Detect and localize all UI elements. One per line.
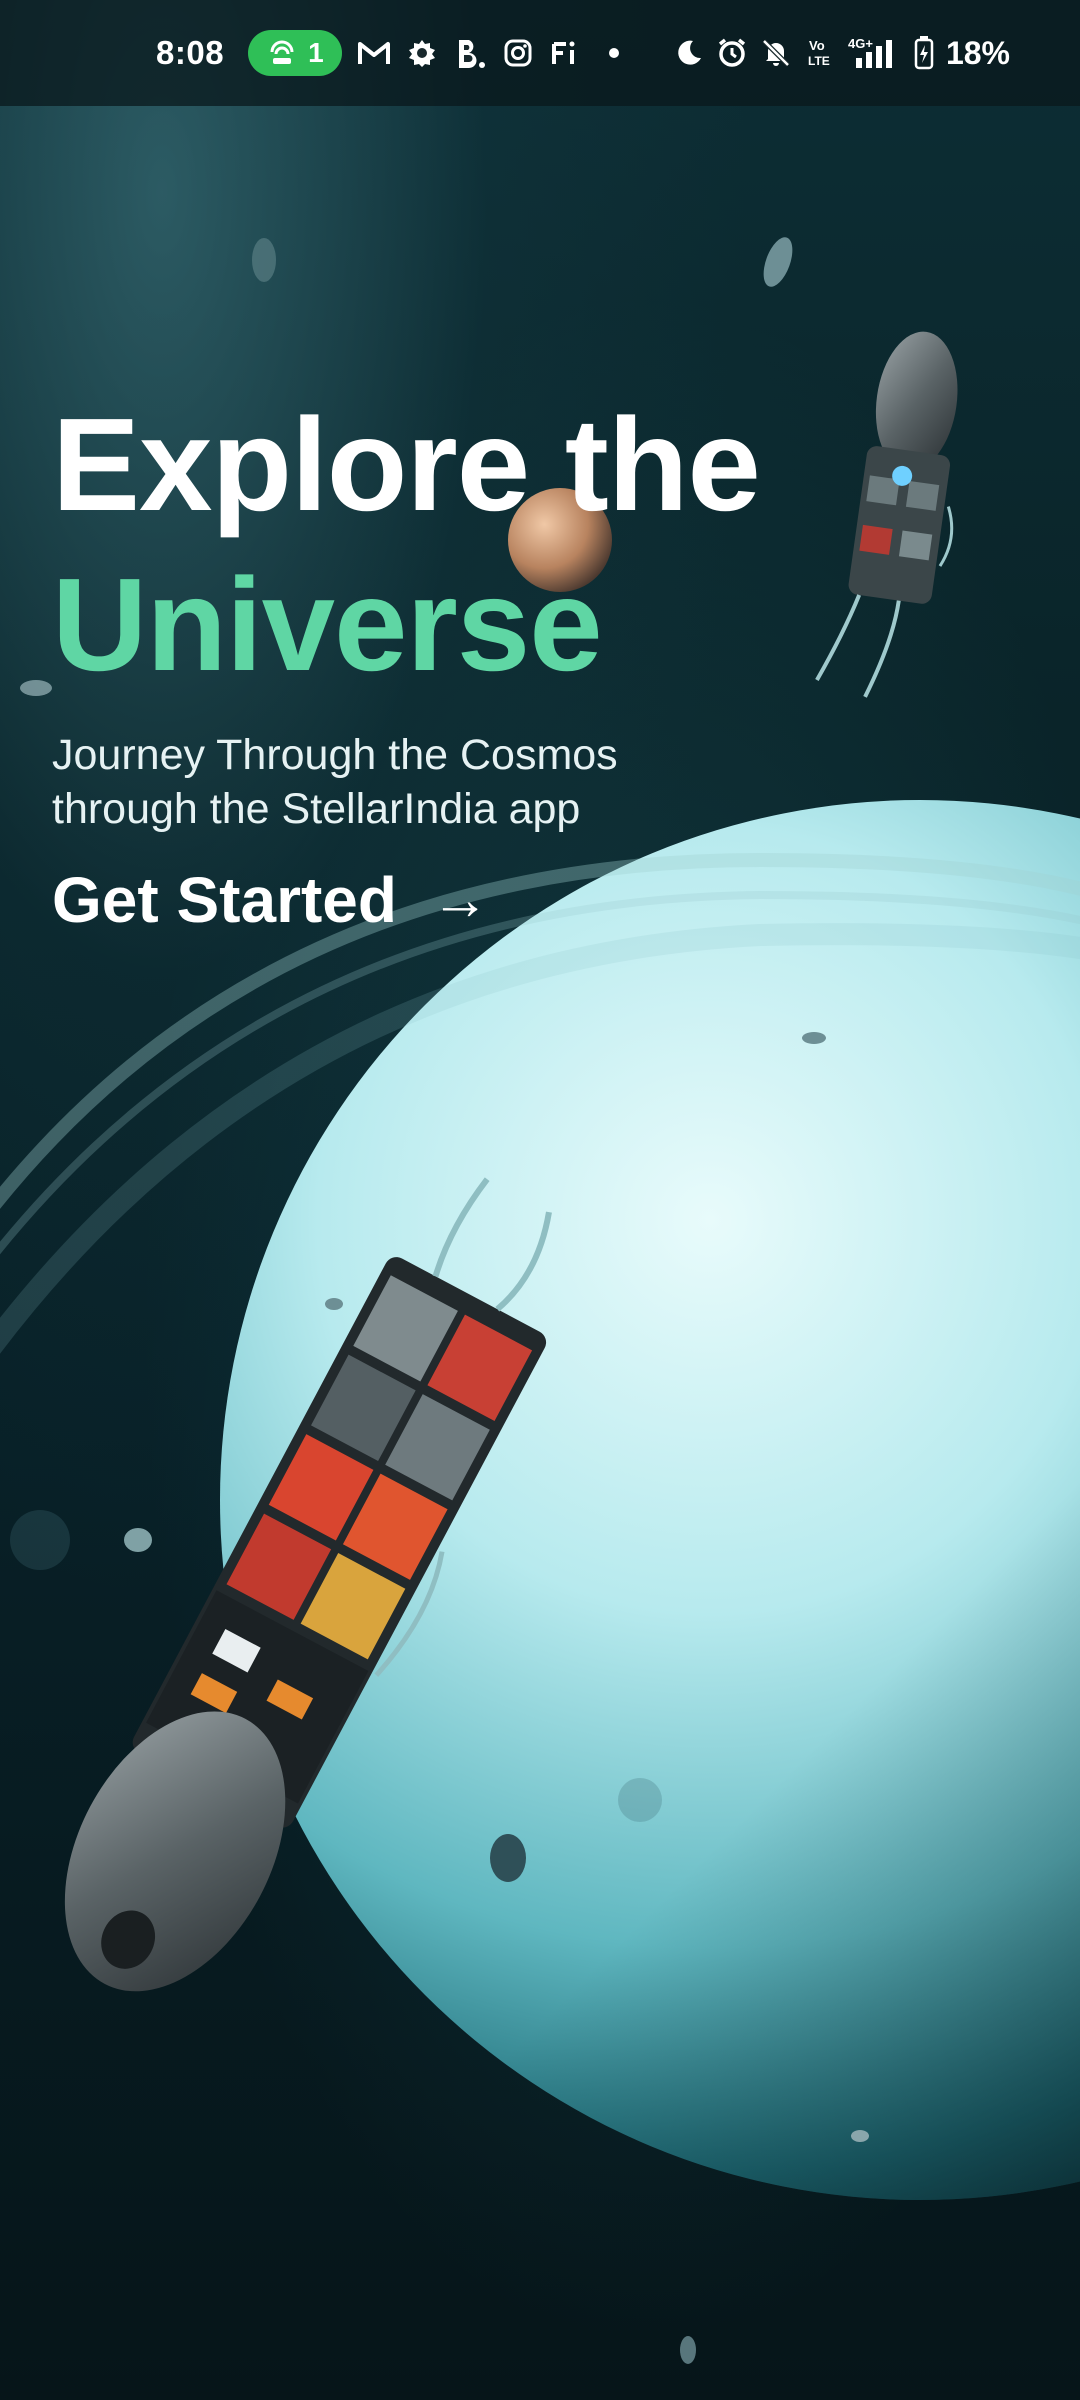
status-bar-right: Vo LTE 4G+ 18% [672,0,1010,106]
svg-text:LTE: LTE [808,54,830,68]
instagram-icon [502,37,534,69]
subtitle: Journey Through the Cosmos through the S… [52,728,752,836]
svg-text:4G+: 4G+ [848,36,873,51]
gmail-icon [357,37,390,69]
small-spaceship [815,331,958,698]
moon-icon [672,37,704,69]
hero-title: Explore the Universe [52,390,761,700]
battery-percent: 18% [945,34,1010,71]
alarm-icon [716,37,748,69]
get-started-button[interactable]: Get Started → [52,858,489,942]
hotspot-count: 1 [308,37,324,68]
status-bar-left: 8:08 1 [156,0,630,106]
badge-app-icon [406,37,438,69]
clock: 8:08 [156,34,225,71]
onboarding-screen: 8:08 1 Vo LTE 4G+ 18% Explore the Univer… [0,0,1080,2400]
hotspot-icon [266,37,298,69]
subtitle-line-1: Journey Through the Cosmos [52,731,618,779]
hotspot-pill[interactable]: 1 [248,30,342,76]
arrow-right-icon: → [430,867,489,932]
volte-icon: Vo LTE [804,37,836,69]
battery-icon [914,36,934,70]
get-started-label: Get Started [52,864,397,936]
title-line-2-accent: Universe [52,551,603,698]
booking-icon [454,37,486,69]
more-dot-icon [598,37,630,69]
title-line-1: Explore the [52,391,761,538]
bell-muted-icon [760,37,792,69]
signal-icon: 4G+ [848,36,902,69]
subtitle-line-2: through the StellarIndia app [52,785,581,833]
space-background-illustration [0,237,1080,2364]
status-bar: 8:08 1 Vo LTE 4G+ 18% [0,0,1080,106]
svg-text:Vo: Vo [809,38,825,53]
fi-icon [550,37,582,69]
